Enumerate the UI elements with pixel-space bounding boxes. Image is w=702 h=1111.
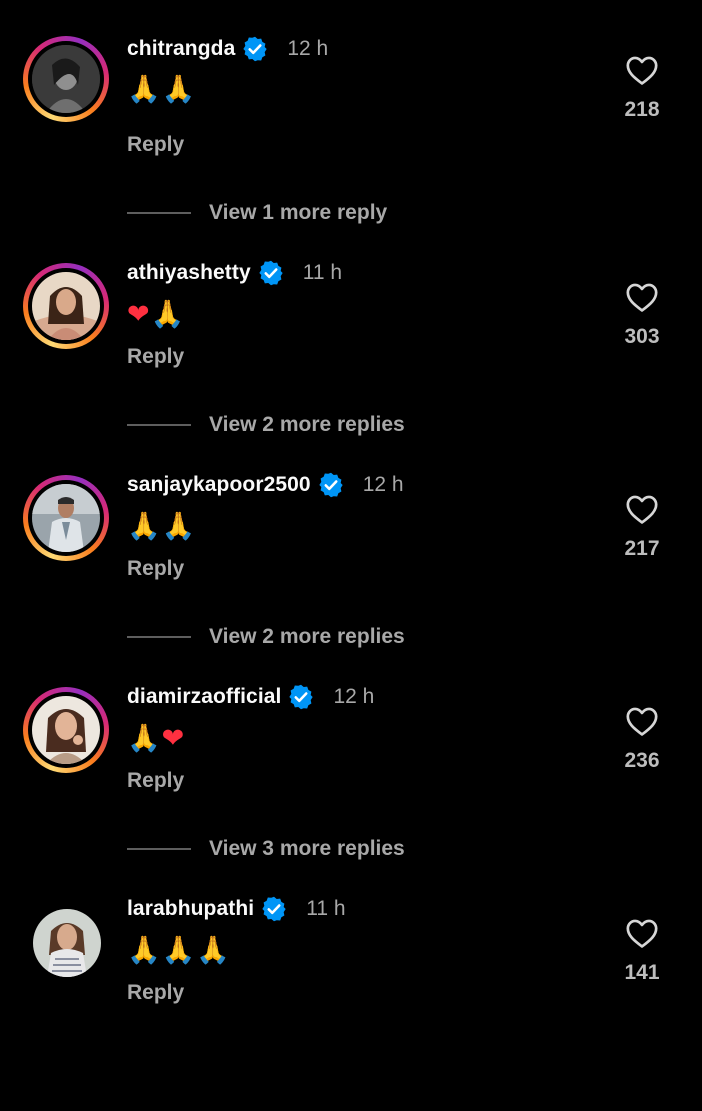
view-more-replies-label[interactable]: View 2 more replies: [209, 413, 405, 437]
like-area: 236: [608, 705, 676, 773]
reply-button[interactable]: Reply: [127, 133, 184, 163]
like-count: 218: [624, 98, 660, 121]
comment-text: 🙏🙏🙏: [127, 933, 231, 969]
view-more-replies-button[interactable]: View 3 more replies: [127, 834, 405, 864]
pray-emoji: 🙏: [161, 74, 197, 105]
pray-emoji: 🙏: [127, 935, 162, 966]
comment-item: larabhupathi 11 h 🙏🙏🙏 Reply 141: [0, 896, 702, 1111]
verified-badge-icon: [260, 895, 288, 923]
comment-text: 🙏❤: [127, 721, 185, 757]
divider: [127, 848, 191, 850]
reply-button[interactable]: Reply: [127, 345, 184, 375]
verified-badge-icon: [317, 471, 345, 499]
like-count: 141: [624, 961, 660, 984]
comment-header: diamirzaofficial 12 h: [127, 682, 374, 712]
heart-outline-icon[interactable]: [625, 705, 659, 737]
comment-text: 🙏🙏: [127, 509, 196, 545]
heart-outline-icon[interactable]: [625, 493, 659, 525]
heart-outline-icon[interactable]: [625, 54, 659, 86]
like-count: 303: [624, 325, 660, 348]
avatar[interactable]: [23, 263, 109, 349]
pray-emoji: 🙏: [196, 935, 231, 966]
heart-emoji: ❤: [161, 723, 186, 754]
comment-header: chitrangda 12 h: [127, 34, 328, 64]
comment-header: sanjaykapoor2500 12 h: [127, 470, 404, 500]
comment-time: 11 h: [302, 261, 343, 284]
comment-header: larabhupathi 11 h: [127, 894, 346, 924]
heart-outline-icon[interactable]: [625, 281, 659, 313]
comment-time: 11 h: [306, 897, 346, 920]
comment-time: 12 h: [362, 473, 404, 496]
avatar[interactable]: [23, 899, 109, 985]
reply-button[interactable]: Reply: [127, 557, 184, 587]
username[interactable]: sanjaykapoor2500: [127, 473, 311, 497]
pray-emoji: 🙏: [127, 74, 162, 105]
comment-item: sanjaykapoor2500 12 h 🙏🙏 Reply 217 View …: [0, 472, 702, 687]
view-more-replies-button[interactable]: View 2 more replies: [127, 622, 405, 652]
view-more-replies-label[interactable]: View 1 more reply: [209, 201, 387, 225]
like-count: 236: [624, 749, 660, 772]
avatar[interactable]: [23, 687, 109, 773]
view-more-replies-button[interactable]: View 2 more replies: [127, 410, 405, 440]
comment-text: 🙏🙏: [127, 72, 196, 108]
view-more-replies-label[interactable]: View 3 more replies: [209, 837, 405, 861]
comment-item: chitrangda 12 h 🙏🙏 Reply 218 View 1 more…: [0, 36, 702, 248]
pray-emoji: 🙏: [161, 935, 197, 966]
heart-emoji: ❤: [127, 299, 151, 330]
avatar[interactable]: [23, 475, 109, 561]
like-area: 217: [608, 493, 676, 561]
heart-outline-icon[interactable]: [625, 917, 659, 949]
verified-badge-icon: [257, 259, 285, 287]
comment-item: athiyashetty 11 h ❤🙏 Reply 303 View 2 mo…: [0, 260, 702, 475]
comment-time: 12 h: [287, 37, 329, 60]
comment-time: 12 h: [333, 685, 375, 708]
view-more-replies-button[interactable]: View 1 more reply: [127, 198, 387, 228]
username[interactable]: diamirzaofficial: [127, 685, 281, 709]
verified-badge-icon: [287, 683, 315, 711]
username[interactable]: larabhupathi: [127, 897, 254, 921]
pray-emoji: 🙏: [127, 723, 162, 754]
divider: [127, 212, 191, 214]
divider: [127, 424, 191, 426]
like-area: 218: [608, 54, 676, 122]
like-count: 217: [624, 537, 660, 560]
comment-text: ❤🙏: [127, 297, 185, 333]
pray-emoji: 🙏: [127, 511, 162, 542]
like-area: 303: [608, 281, 676, 349]
view-more-replies-label[interactable]: View 2 more replies: [209, 625, 405, 649]
comment-item: diamirzaofficial 12 h 🙏❤ Reply 236 View …: [0, 684, 702, 899]
verified-badge-icon: [241, 35, 269, 63]
pray-emoji: 🙏: [150, 299, 186, 330]
divider: [127, 636, 191, 638]
like-area: 141: [608, 917, 676, 985]
username[interactable]: chitrangda: [127, 37, 235, 61]
username[interactable]: athiyashetty: [127, 261, 251, 285]
comment-header: athiyashetty 11 h: [127, 258, 342, 288]
avatar[interactable]: [23, 36, 109, 122]
reply-button[interactable]: Reply: [127, 981, 184, 1011]
reply-button[interactable]: Reply: [127, 769, 184, 799]
pray-emoji: 🙏: [161, 511, 197, 542]
